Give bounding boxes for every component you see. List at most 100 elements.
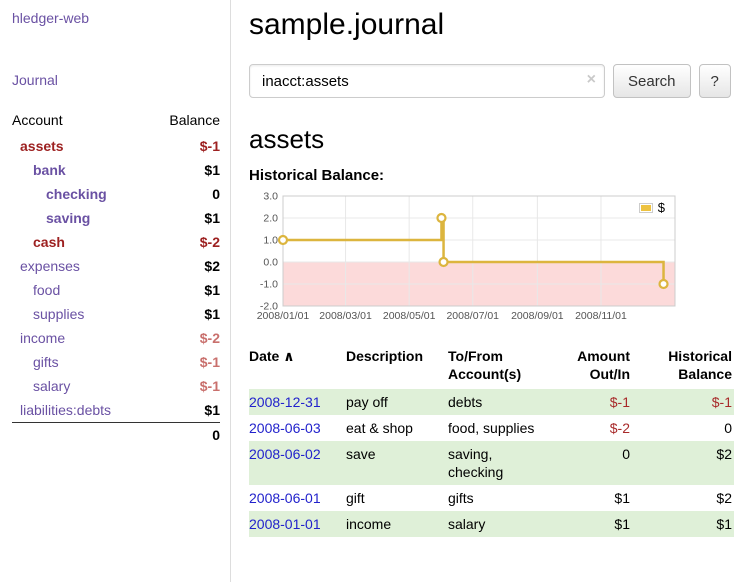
svg-text:2008/03/01: 2008/03/01 xyxy=(319,310,372,322)
sidebar-item-journal[interactable]: Journal xyxy=(12,72,58,88)
date-link[interactable]: 2008-06-01 xyxy=(249,490,321,506)
account-name-cell: checking xyxy=(12,182,150,206)
account-balance: $1 xyxy=(150,278,220,302)
accounts-cell: salary xyxy=(448,511,548,537)
col-accounts-line2: Account(s) xyxy=(448,366,521,382)
account-link[interactable]: assets xyxy=(20,138,64,154)
accounts-cell: saving, checking xyxy=(448,441,548,485)
register-row[interactable]: 2008-06-01giftgifts$1$2 xyxy=(249,485,734,511)
account-name-cell: assets xyxy=(12,134,150,158)
account-name-cell: food xyxy=(12,278,150,302)
description-cell: eat & shop xyxy=(346,415,448,441)
account-balance: $-1 xyxy=(150,134,220,158)
accounts-body: assets$-1bank$1checking0saving$1cash$-2e… xyxy=(12,134,220,423)
account-balance: $-1 xyxy=(150,374,220,398)
col-description: Description xyxy=(346,344,448,389)
svg-text:2008/05/01: 2008/05/01 xyxy=(383,310,436,322)
account-link[interactable]: supplies xyxy=(33,306,84,322)
chart-title: Historical Balance: xyxy=(249,167,734,184)
account-link[interactable]: expenses xyxy=(20,258,80,274)
help-button[interactable]: ? xyxy=(699,64,731,98)
col-balance-line2: Balance xyxy=(678,366,732,382)
description-cell: pay off xyxy=(346,389,448,415)
account-balance: $2 xyxy=(150,254,220,278)
svg-text:2008/07/01: 2008/07/01 xyxy=(446,310,499,322)
account-link[interactable]: saving xyxy=(46,210,90,226)
col-accounts: To/FromAccount(s) xyxy=(448,344,548,389)
account-balance: $1 xyxy=(150,158,220,182)
balance-cell: $2 xyxy=(638,441,734,485)
accounts-cell: gifts xyxy=(448,485,548,511)
account-row: checking 0 xyxy=(12,182,220,206)
search-form: × Search ? xyxy=(249,64,734,98)
sort-ascending-icon: ∧ xyxy=(283,348,294,364)
col-date-label: Date xyxy=(249,348,279,364)
register-row[interactable]: 2008-12-31pay offdebts$-1$-1 xyxy=(249,389,734,415)
register-row[interactable]: 2008-06-03eat & shopfood, supplies$-20 xyxy=(249,415,734,441)
account-row: expenses $2 xyxy=(12,254,220,278)
col-date[interactable]: Date ∧ xyxy=(249,344,346,389)
col-balance-line1: Historical xyxy=(668,348,732,364)
account-row: income $-2 xyxy=(12,326,220,350)
clear-search-icon[interactable]: × xyxy=(587,71,596,89)
account-link[interactable]: income xyxy=(20,330,65,346)
col-amount-line2: Out/In xyxy=(590,366,630,382)
col-amount: Amount Out/In xyxy=(548,344,638,389)
register-header-row: Date ∧ Description To/FromAccount(s) Amo… xyxy=(249,344,734,389)
account-balance: $-2 xyxy=(150,230,220,254)
account-name-cell: supplies xyxy=(12,302,150,326)
account-balance: $-2 xyxy=(150,326,220,350)
account-row: cash $-2 xyxy=(12,230,220,254)
search-button[interactable]: Search xyxy=(613,64,691,98)
accounts-total-row: 0 xyxy=(12,423,220,448)
balance-cell: $-1 xyxy=(638,389,734,415)
date-link[interactable]: 2008-12-31 xyxy=(249,394,321,410)
amount-cell: $-2 xyxy=(548,415,638,441)
svg-text:3.0: 3.0 xyxy=(263,191,278,203)
account-link[interactable]: bank xyxy=(33,162,66,178)
account-balance: $1 xyxy=(150,206,220,230)
account-name-cell: gifts xyxy=(12,350,150,374)
account-link[interactable]: checking xyxy=(46,186,107,202)
brand-link[interactable]: hledger-web xyxy=(12,10,89,26)
account-link[interactable]: liabilities:debts xyxy=(20,402,111,418)
date-cell: 2008-06-03 xyxy=(249,415,346,441)
account-row: saving $1 xyxy=(12,206,220,230)
col-balance: Historical Balance xyxy=(638,344,734,389)
svg-text:2008/09/01: 2008/09/01 xyxy=(511,310,564,322)
col-amount-line1: Amount xyxy=(577,348,630,364)
svg-text:2008/01/01: 2008/01/01 xyxy=(257,310,310,322)
series-swatch-fill xyxy=(641,205,651,211)
historical-balance-chart: 3.02.01.00.0-1.0-2.02008/01/012008/03/01… xyxy=(249,188,685,328)
account-link[interactable]: gifts xyxy=(33,354,59,370)
accounts-col-account: Account xyxy=(12,108,150,134)
account-name-cell: liabilities:debts xyxy=(12,398,150,423)
register-body: 2008-12-31pay offdebts$-1$-12008-06-03ea… xyxy=(249,389,734,537)
account-balance: $-1 xyxy=(150,350,220,374)
date-link[interactable]: 2008-06-02 xyxy=(249,446,321,462)
account-row: food $1 xyxy=(12,278,220,302)
account-row: assets $-1 xyxy=(12,134,220,158)
account-link[interactable]: cash xyxy=(33,234,65,250)
account-name-cell: income xyxy=(12,326,150,350)
chart-legend: $ xyxy=(635,199,669,216)
date-cell: 2008-06-02 xyxy=(249,441,346,485)
account-balance: $1 xyxy=(150,302,220,326)
balance-cell: $1 xyxy=(638,511,734,537)
svg-text:-1.0: -1.0 xyxy=(260,279,278,291)
series-swatch xyxy=(639,203,653,213)
account-row: salary $-1 xyxy=(12,374,220,398)
account-balance: 0 xyxy=(150,182,220,206)
account-row: gifts $-1 xyxy=(12,350,220,374)
date-link[interactable]: 2008-06-03 xyxy=(249,420,321,436)
account-link[interactable]: food xyxy=(33,282,60,298)
account-name-cell: expenses xyxy=(12,254,150,278)
register-row[interactable]: 2008-06-02savesaving, checking0$2 xyxy=(249,441,734,485)
accounts-cell: food, supplies xyxy=(448,415,548,441)
register-row[interactable]: 2008-01-01incomesalary$1$1 xyxy=(249,511,734,537)
account-balance: $1 xyxy=(150,398,220,423)
account-link[interactable]: salary xyxy=(33,378,70,394)
amount-cell: $1 xyxy=(548,485,638,511)
date-link[interactable]: 2008-01-01 xyxy=(249,516,321,532)
search-input[interactable] xyxy=(249,64,605,98)
